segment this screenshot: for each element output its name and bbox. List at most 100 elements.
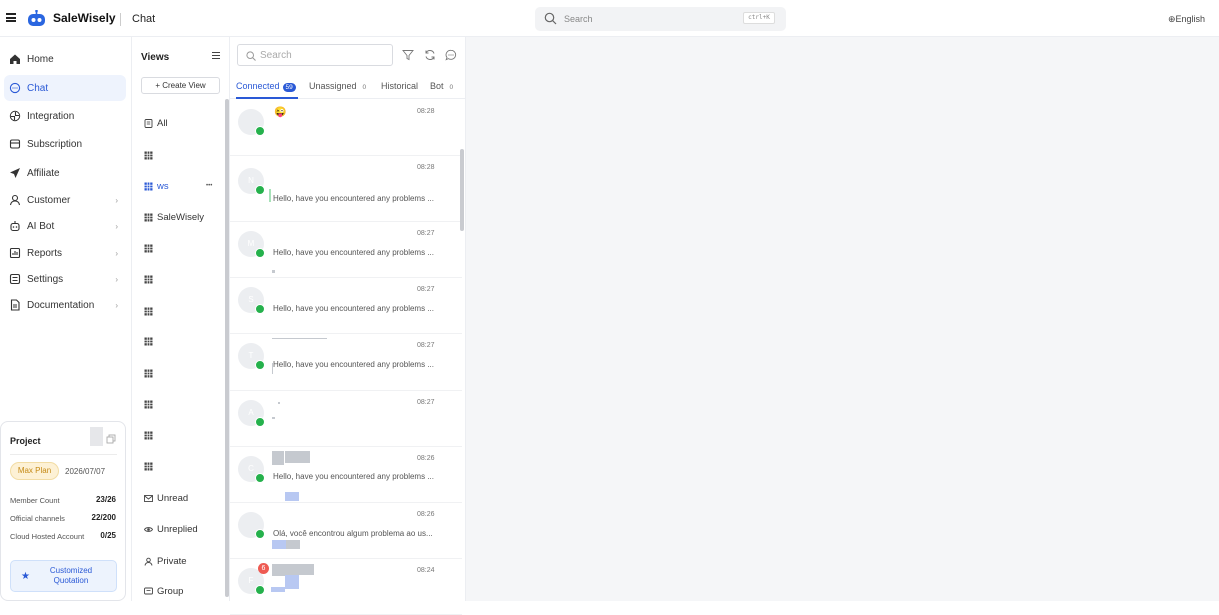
sidebar-item-ai-bot[interactable]: AI Bot ›	[4, 213, 126, 239]
stat-value: 0/25	[100, 531, 116, 540]
whatsapp-icon	[255, 185, 265, 195]
conversation-time: 08:24	[417, 567, 435, 574]
view-item-label: SaleWisely	[157, 212, 204, 223]
redacted-content	[272, 338, 327, 339]
star-icon: ★	[21, 571, 30, 582]
view-item-all[interactable]: All	[144, 117, 224, 131]
views-menu-icon[interactable]	[212, 52, 220, 59]
conversation-scrollbar[interactable]	[460, 149, 464, 231]
whatsapp-icon	[255, 248, 265, 258]
view-item-custom[interactable]	[144, 460, 224, 474]
whatsapp-icon	[255, 417, 265, 427]
search-placeholder: Search	[260, 50, 292, 61]
redacted-content	[301, 451, 310, 463]
sidebar-item-integration[interactable]: Integration	[4, 103, 126, 129]
sidebar-item-label: Settings	[27, 274, 64, 285]
sidebar-item-settings[interactable]: Settings ›	[4, 266, 126, 292]
conversation-row[interactable]: A 08:27	[230, 391, 462, 447]
customized-quotation-button[interactable]: ★ Customized Quotation	[10, 560, 117, 592]
views-scrollbar[interactable]	[225, 99, 229, 597]
filter-icon[interactable]	[402, 49, 414, 61]
tab-bot[interactable]: Bot 0	[430, 81, 456, 92]
language-selector[interactable]: ⊕English	[1168, 14, 1205, 25]
view-item-custom[interactable]	[144, 242, 224, 256]
quotation-label: Customized Quotation	[49, 566, 93, 585]
sidebar-item-reports[interactable]: Reports ›	[4, 240, 126, 266]
conversation-row[interactable]: N 08:28 Hello, have you encountered any pr…	[230, 156, 462, 222]
chevron-right-icon: ›	[115, 275, 118, 284]
sidebar-item-label: Integration	[27, 111, 75, 122]
sidebar-item-subscription[interactable]: Subscription	[4, 131, 126, 157]
settings-icon	[9, 273, 21, 285]
grid-icon	[144, 307, 153, 316]
user-icon	[9, 194, 21, 206]
copy-icon[interactable]	[106, 434, 116, 444]
conversation-row[interactable]: T 08:27 Hello, have you encountered any pr…	[230, 334, 462, 391]
search-icon	[544, 12, 557, 25]
view-item-private[interactable]: Private	[144, 555, 224, 569]
refresh-icon[interactable]	[424, 49, 436, 61]
project-avatar	[90, 427, 103, 446]
view-item-custom[interactable]	[144, 335, 224, 349]
view-item-custom[interactable]	[144, 429, 224, 443]
redacted-content	[271, 587, 285, 592]
new-chat-icon[interactable]	[445, 49, 457, 61]
conversation-row[interactable]: C 08:26 Hello, have you encountered any pr…	[230, 447, 462, 503]
conversation-row[interactable]: M 08:27 Hello, have you encountered any pr…	[230, 222, 462, 278]
redacted-content	[286, 540, 300, 549]
conversation-row[interactable]: 😜 08:28	[230, 100, 462, 156]
page-title: Chat	[132, 13, 156, 25]
redacted-content	[278, 402, 280, 404]
view-item-custom[interactable]	[144, 398, 224, 412]
sidebar-item-chat[interactable]: Chat	[4, 75, 126, 101]
grid-icon	[144, 182, 153, 191]
search-icon	[246, 51, 256, 61]
view-item-custom[interactable]	[144, 149, 224, 163]
tab-historical[interactable]: Historical	[381, 81, 418, 91]
grid-icon	[144, 275, 153, 284]
view-item-custom[interactable]	[144, 273, 224, 287]
redacted-content	[285, 451, 301, 463]
brand-name: SaleWisely	[53, 11, 116, 25]
create-view-button[interactable]: + Create View	[141, 77, 220, 94]
view-item-group[interactable]: Group	[144, 585, 224, 599]
divider	[120, 13, 121, 26]
top-bar: SaleWisely Chat Search ctrl+K ⊕English	[0, 0, 1219, 37]
global-search-input[interactable]: Search ctrl+K	[535, 7, 786, 31]
tab-unassigned[interactable]: Unassigned 0	[309, 81, 369, 92]
tab-connected[interactable]: Connected 59	[236, 81, 296, 92]
conversation-row[interactable]: 08:26 Olá, você encontrou algum problema …	[230, 503, 462, 559]
divider	[10, 454, 117, 455]
conversation-time: 08:27	[417, 286, 435, 293]
grid-icon	[144, 213, 153, 222]
conversation-search-input[interactable]: Search	[237, 44, 393, 66]
conversation-time: 08:27	[417, 230, 435, 237]
salewisely-logo	[28, 10, 45, 26]
sidebar-item-customer[interactable]: Customer ›	[4, 187, 126, 213]
view-item-custom[interactable]	[144, 367, 224, 381]
stat-label: Official channels	[10, 514, 65, 523]
menu-toggle-icon[interactable]	[6, 13, 16, 22]
redacted-content	[272, 417, 275, 419]
redacted-content	[272, 540, 286, 549]
conversation-row[interactable]: F 6 08:24	[230, 559, 462, 615]
view-item-unread[interactable]: Unread	[144, 492, 224, 506]
chevron-right-icon: ›	[115, 301, 118, 310]
sidebar-item-home[interactable]: Home	[4, 46, 126, 72]
sidebar-item-documentation[interactable]: Documentation ›	[4, 292, 126, 318]
view-item-label: Private	[157, 556, 187, 567]
sidebar-item-affiliate[interactable]: Affiliate	[4, 160, 126, 186]
grid-icon	[144, 431, 153, 440]
document-icon	[9, 299, 21, 311]
redacted-content	[285, 575, 299, 589]
view-item-custom[interactable]	[144, 305, 224, 319]
view-item-ws[interactable]: ws •••	[144, 180, 224, 194]
view-item-salewisely[interactable]: SaleWisely	[144, 211, 224, 225]
more-options-icon[interactable]: •••	[206, 183, 212, 189]
conversation-row[interactable]: S 08:27 Hello, have you encountered any pr…	[230, 278, 462, 334]
redacted-content	[272, 363, 273, 374]
stat-label: Member Count	[10, 496, 60, 505]
message-preview: Hello, have you encountered any problems…	[273, 304, 434, 313]
whatsapp-icon	[255, 585, 265, 595]
view-item-unreplied[interactable]: Unreplied	[143, 523, 224, 537]
